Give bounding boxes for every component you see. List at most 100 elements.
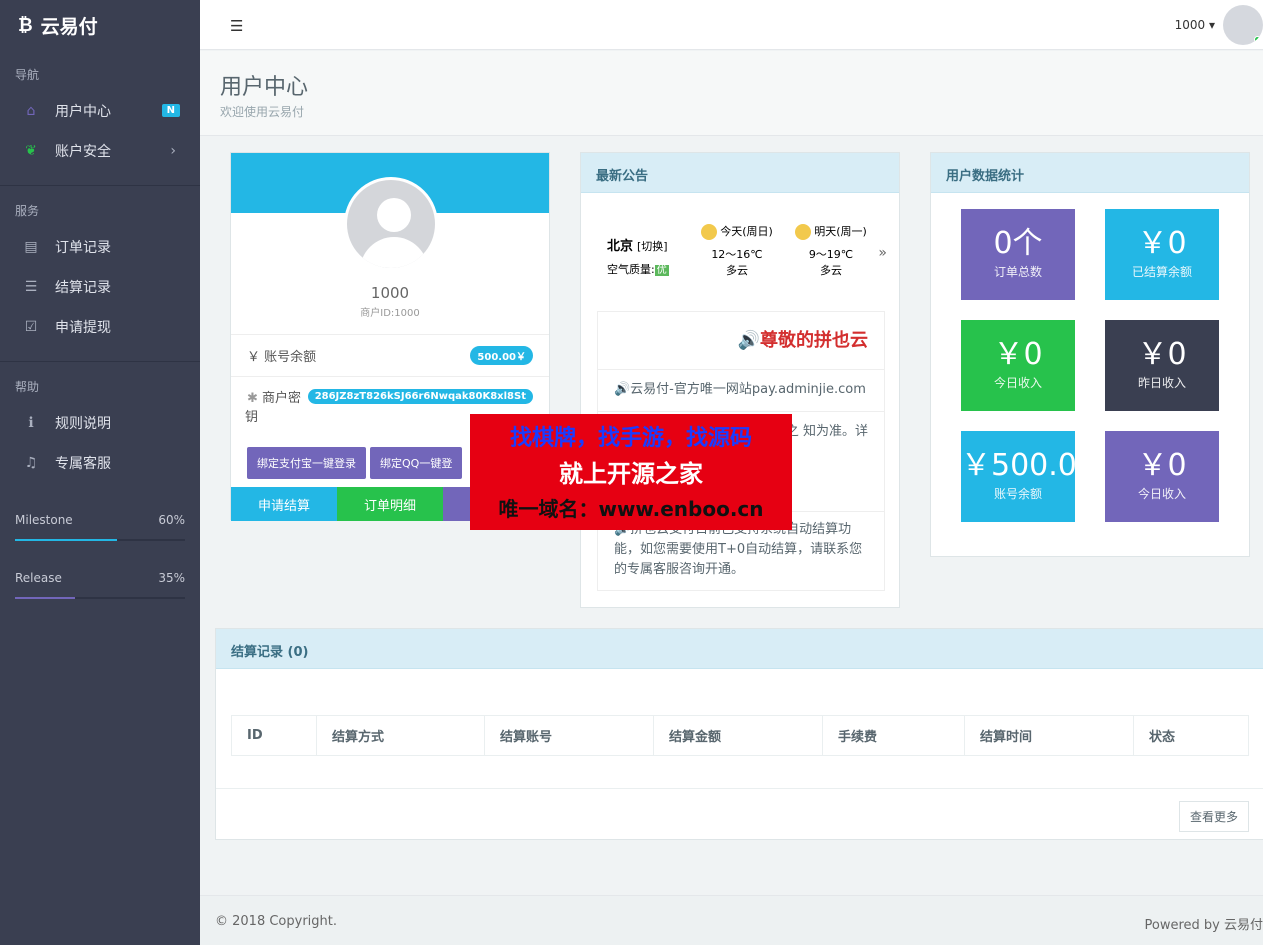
switch-city-link[interactable]: [切换]	[637, 240, 668, 253]
footer: © 2018 Copyright. Powered by 云易付	[200, 895, 1263, 945]
progress-fill	[15, 597, 75, 599]
check-square-icon: ☑	[24, 319, 38, 335]
sidebar-item-label: 账户安全	[55, 144, 111, 160]
stat-label: 订单总数	[993, 265, 1042, 279]
sidebar-item-user-center[interactable]: ⌂ 用户中心 N	[0, 91, 200, 131]
bind-qq-button[interactable]: 绑定QQ一键登	[370, 447, 463, 479]
stat-card-orders[interactable]: 0个 订单总数	[961, 209, 1075, 300]
sidebar-item-label: 专属客服	[55, 456, 111, 472]
stats-title: 用户数据统计	[931, 153, 1249, 193]
milestone-progress: Milestone 60%	[0, 513, 200, 541]
sidebar-item-label: 用户中心	[55, 104, 111, 120]
info-icon: ℹ	[28, 415, 34, 431]
sidebar-item-label: 结算记录	[55, 280, 111, 296]
sidebar-item-withdraw[interactable]: ☑ 申请提现	[0, 307, 200, 347]
settlement-title: 结算记录 (0)	[216, 629, 1263, 669]
sidebar-item-support[interactable]: ♫ 专属客服	[0, 443, 200, 483]
help-section-title: 帮助	[15, 380, 40, 394]
progress-value: 60%	[158, 513, 185, 527]
settlement-table: ID 结算方式 结算账号 结算金额 手续费 结算时间 状态	[231, 715, 1249, 756]
sidebar-item-label: 规则说明	[55, 416, 111, 432]
weather-more-icon[interactable]: »	[878, 245, 887, 261]
merchant-id: 商户ID:1000	[360, 308, 420, 319]
stats-panel: 用户数据统计 0个 订单总数 ￥0 已结算余额 ￥0 今日收入 ￥0 昨日收入 …	[930, 152, 1250, 557]
service-section-title: 服务	[15, 204, 40, 218]
air-quality-badge: 优	[654, 265, 669, 276]
menu-toggle-icon[interactable]: ☰	[230, 17, 243, 35]
avatar[interactable]	[1223, 5, 1263, 45]
column-header: 结算方式	[316, 715, 485, 756]
grid-icon: ☰	[24, 279, 38, 295]
stat-label: 今日收入	[993, 376, 1042, 390]
settlement-panel: 结算记录 (0) ID 结算方式 结算账号 结算金额 手续费 结算时间 状态 查…	[215, 628, 1263, 840]
stat-card-settled[interactable]: ￥0 已结算余额	[1105, 209, 1219, 300]
sidebar-item-rules[interactable]: ℹ 规则说明	[0, 403, 200, 443]
column-header: 结算金额	[653, 715, 823, 756]
key-label: ✱ 商户密	[247, 391, 302, 406]
page-header: 用户中心 欢迎使用云易付	[200, 51, 1263, 136]
profile-name: 1000	[370, 284, 410, 302]
bind-alipay-button[interactable]: 绑定支付宝一键登录	[247, 447, 366, 479]
column-header: ID	[231, 715, 317, 756]
weather-widget: 北京 [切换] 空气质量: 优 今天(周日) 12～16℃ 多云 明天(周一) 9～…	[607, 223, 887, 303]
notice-marquee: 🔊尊敬的拼也云	[597, 311, 885, 369]
release-progress: Release 35%	[0, 571, 200, 599]
table-header-row: ID 结算方式 结算账号 结算金额 手续费 结算时间 状态	[231, 715, 1249, 756]
balance-badge: 500.00￥	[470, 346, 533, 365]
page-title: 用户中心	[220, 75, 309, 100]
sidebar-item-label: 申请提现	[55, 320, 111, 336]
new-badge: N	[161, 104, 180, 117]
progress-label: Milestone	[15, 513, 73, 527]
leaf-icon: ❦	[25, 143, 37, 159]
stat-value: ￥0	[1137, 337, 1187, 372]
stat-card-balance[interactable]: ￥500.0 账号余额	[961, 431, 1075, 522]
watermark-line: 唯一域名：www.enboo.cn	[498, 497, 764, 521]
sun-icon	[701, 224, 718, 240]
sun-icon	[795, 224, 812, 240]
powered-by: Powered by 云易付	[1144, 918, 1263, 933]
stat-value: 0个	[993, 226, 1043, 261]
bind-buttons: 绑定支付宝一键登录 绑定QQ一键登	[247, 447, 463, 479]
page-subtitle: 欢迎使用云易付	[220, 105, 305, 119]
order-details-button[interactable]: 订单明细	[337, 487, 443, 521]
stat-value: ￥0	[1137, 226, 1187, 261]
marquee-text: 🔊尊敬的拼也云	[737, 329, 868, 351]
progress-label: Release	[15, 571, 62, 585]
stat-label: 今日收入	[1137, 487, 1186, 501]
sidebar-item-orders[interactable]: ▤ 订单记录	[0, 227, 200, 267]
progress-fill	[15, 539, 117, 541]
balance-label: ￥ 账号余额	[247, 350, 317, 365]
stat-label: 昨日收入	[1137, 376, 1186, 390]
brand-name: 云易付	[40, 15, 98, 38]
stat-value: ￥0	[993, 337, 1043, 372]
settlement-footer: 查看更多	[216, 788, 1263, 840]
sidebar-item-settlements[interactable]: ☰ 结算记录	[0, 267, 200, 307]
apply-settlement-button[interactable]: 申请结算	[231, 487, 337, 521]
user-menu[interactable]: 1000 ▾	[1175, 18, 1215, 32]
stat-card-today-income[interactable]: ￥0 今日收入	[1105, 431, 1219, 522]
watermark-line: 就上开源之家	[559, 460, 703, 488]
notice-site: 🔊云易付-官方唯一网站pay.adminjie.com	[597, 369, 885, 411]
stat-card-yesterday[interactable]: ￥0 昨日收入	[1105, 320, 1219, 411]
air-quality: 空气质量: 优	[607, 263, 669, 276]
progress-value: 35%	[158, 571, 185, 585]
sidebar-item-label: 订单记录	[55, 240, 111, 256]
progress-track	[15, 539, 185, 541]
chevron-right-icon: ›	[170, 143, 176, 159]
bell-icon: ♫	[24, 455, 38, 471]
stat-card-today[interactable]: ￥0 今日收入	[961, 320, 1075, 411]
view-more-button[interactable]: 查看更多	[1178, 801, 1249, 832]
weather-today: 今天(周日) 12～16℃ 多云	[691, 223, 783, 278]
sidebar-item-account-security[interactable]: ❦ 账户安全 ›	[0, 131, 200, 171]
column-header: 状态	[1133, 715, 1249, 756]
merchant-key-badge[interactable]: 286JZ8zT826kSJ66r6Nwqak80K8xl8St	[307, 389, 533, 404]
online-status-dot	[1254, 36, 1261, 43]
watermark-line: 找棋牌，找手游，找源码	[509, 426, 752, 451]
brand[interactable]: ₿ 云易付	[0, 0, 200, 50]
progress-track	[15, 597, 185, 599]
column-header: 结算时间	[964, 715, 1134, 756]
column-header: 结算账号	[484, 715, 654, 756]
stat-value: ￥500.0	[961, 448, 1075, 483]
weather-city: 北京 [切换]	[607, 239, 668, 254]
home-icon: ⌂	[26, 103, 36, 119]
